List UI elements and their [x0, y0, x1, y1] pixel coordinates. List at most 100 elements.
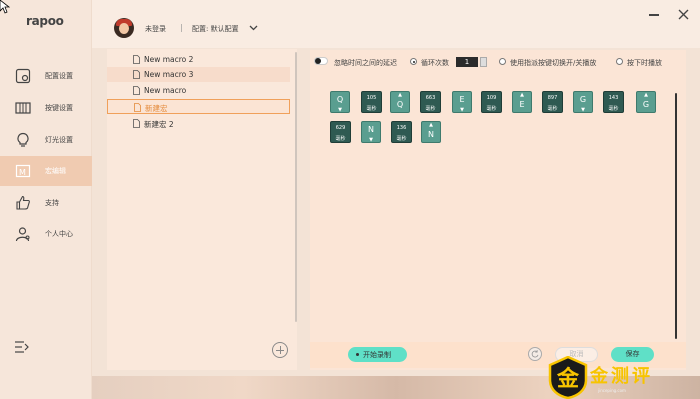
macro-name: 新建宏 2 [144, 120, 174, 129]
delay-value: 629 [335, 125, 346, 131]
login-status[interactable]: 未登录 [145, 24, 166, 34]
thumbs-up-icon [16, 195, 30, 210]
collapse-menu-icon[interactable] [15, 341, 29, 353]
macro-list-item[interactable]: New macro 3 [107, 67, 290, 82]
macro-list-scrollbar[interactable] [295, 52, 297, 322]
macro-name: 新建宏 [145, 104, 168, 113]
delay-value: 136 [396, 125, 407, 131]
sidebar-item-label: 宏编辑 [45, 167, 66, 175]
delay-value: 143 [608, 95, 619, 101]
sidebar-item-macro[interactable]: M 宏编辑 [0, 156, 92, 186]
app-logo: rapoo [26, 14, 64, 28]
ignore-delay-label: 忽略时间之间的延迟 [334, 59, 397, 67]
sidebar: rapoo 配置设置 按键设置 灯光设置 M 宏编辑 支持 个人中心 [0, 0, 92, 399]
delay-step[interactable]: 109 毫秒 [481, 91, 502, 113]
hold-play-label: 按下时播放 [627, 59, 662, 67]
sidebar-item-label: 个人中心 [45, 230, 73, 238]
chevron-down-icon[interactable] [249, 23, 258, 32]
watermark-logo-icon: 金 [548, 356, 588, 399]
config-selector-label[interactable]: 配置: 默认配置 [192, 24, 239, 34]
file-icon [133, 70, 140, 79]
sidebar-item-config[interactable]: 配置设置 [0, 61, 92, 91]
start-record-label: 开始录制 [363, 351, 391, 359]
delay-step[interactable]: 897 毫秒 [542, 91, 563, 113]
delay-step[interactable]: 663 毫秒 [420, 91, 441, 113]
key-up-step[interactable]: E ▲ [512, 91, 532, 113]
macro-list-item[interactable]: New macro [107, 83, 290, 98]
key-down-step[interactable]: Q ▼ [330, 91, 350, 113]
delay-unit: 毫秒 [547, 106, 558, 112]
file-icon [134, 103, 141, 112]
svg-text:金: 金 [556, 366, 580, 392]
key-label: E [459, 95, 465, 104]
sidebar-item-label: 配置设置 [45, 72, 73, 80]
sidebar-item-label: 支持 [45, 199, 59, 207]
key-label: N [368, 125, 374, 134]
arrow-up-icon: ▲ [644, 92, 648, 98]
loop-count-spinner[interactable] [480, 57, 487, 67]
close-icon[interactable] [678, 9, 689, 20]
delay-step[interactable]: 143 毫秒 [603, 91, 624, 113]
macro-name: New macro [144, 86, 187, 95]
delay-unit: 毫秒 [366, 106, 377, 112]
mouse-cursor-icon [0, 0, 10, 14]
macro-name: New macro 2 [144, 55, 194, 64]
delay-step[interactable]: 105 毫秒 [361, 91, 382, 113]
macro-list-item[interactable]: 新建宏 2 [107, 116, 290, 131]
key-up-step[interactable]: G ▲ [636, 91, 656, 113]
sidebar-item-lighting[interactable]: 灯光设置 [0, 125, 92, 155]
delay-value: 663 [425, 95, 436, 101]
reset-icon[interactable] [528, 347, 542, 361]
key-label: G [579, 95, 587, 104]
macro-edit-icon: M [15, 164, 31, 178]
sidebar-item-support[interactable]: 支持 [0, 188, 92, 218]
watermark: 金 金测评 jinceping.com [548, 356, 698, 399]
delay-unit: 毫秒 [486, 106, 497, 112]
minimize-button[interactable] [649, 14, 659, 16]
arrow-down-icon: ▼ [338, 107, 342, 113]
sidebar-item-label: 按键设置 [45, 104, 73, 112]
key-label: N [428, 130, 434, 139]
delay-step[interactable]: 136 毫秒 [391, 121, 412, 143]
arrow-up-icon: ▲ [398, 92, 402, 98]
svg-text:M: M [19, 168, 26, 177]
delay-value: 897 [547, 95, 558, 101]
avatar[interactable] [114, 18, 134, 38]
user-icon [15, 227, 30, 242]
sidebar-item-keys[interactable]: 按键设置 [0, 93, 92, 123]
key-label: G [642, 100, 650, 109]
arrow-down-icon: ▼ [581, 107, 585, 113]
hold-play-radio[interactable] [616, 58, 623, 65]
record-dot-icon [356, 353, 359, 356]
header-separator: | [180, 23, 183, 32]
toggle-play-radio[interactable] [499, 58, 506, 65]
delay-unit: 毫秒 [335, 136, 346, 142]
macro-list-item[interactable]: 新建宏 [107, 99, 290, 114]
watermark-title: 金测评 [590, 366, 653, 387]
key-label: E [519, 100, 525, 109]
key-down-step[interactable]: E ▼ [452, 91, 472, 113]
start-record-button[interactable]: 开始录制 [348, 347, 407, 362]
key-down-step[interactable]: G ▼ [573, 91, 593, 113]
key-up-step[interactable]: Q ▲ [390, 91, 410, 113]
arrow-up-icon: ▲ [520, 92, 524, 98]
key-settings-icon [15, 102, 31, 114]
lightbulb-icon [17, 132, 29, 147]
delay-step[interactable]: 629 毫秒 [330, 121, 351, 143]
loop-count-input[interactable]: 1 [456, 57, 478, 67]
toggle-play-label: 使用指派按键切换开/关播放 [510, 59, 597, 67]
loop-count-radio[interactable] [410, 58, 417, 65]
editor-scrollbar[interactable] [675, 93, 677, 339]
key-up-step[interactable]: N ▲ [421, 121, 441, 143]
delay-value: 109 [486, 95, 497, 101]
delay-value: 105 [366, 95, 377, 101]
sidebar-item-user-center[interactable]: 个人中心 [0, 219, 92, 249]
key-down-step[interactable]: N ▼ [361, 121, 381, 143]
macro-name: New macro 3 [144, 70, 194, 79]
delay-unit: 毫秒 [425, 106, 436, 112]
ignore-delay-toggle[interactable] [314, 57, 328, 65]
macro-list-item[interactable]: New macro 2 [107, 52, 290, 67]
header: 未登录 | 配置: 默认配置 [92, 0, 700, 48]
add-macro-button[interactable] [272, 342, 288, 358]
file-icon [133, 119, 140, 128]
